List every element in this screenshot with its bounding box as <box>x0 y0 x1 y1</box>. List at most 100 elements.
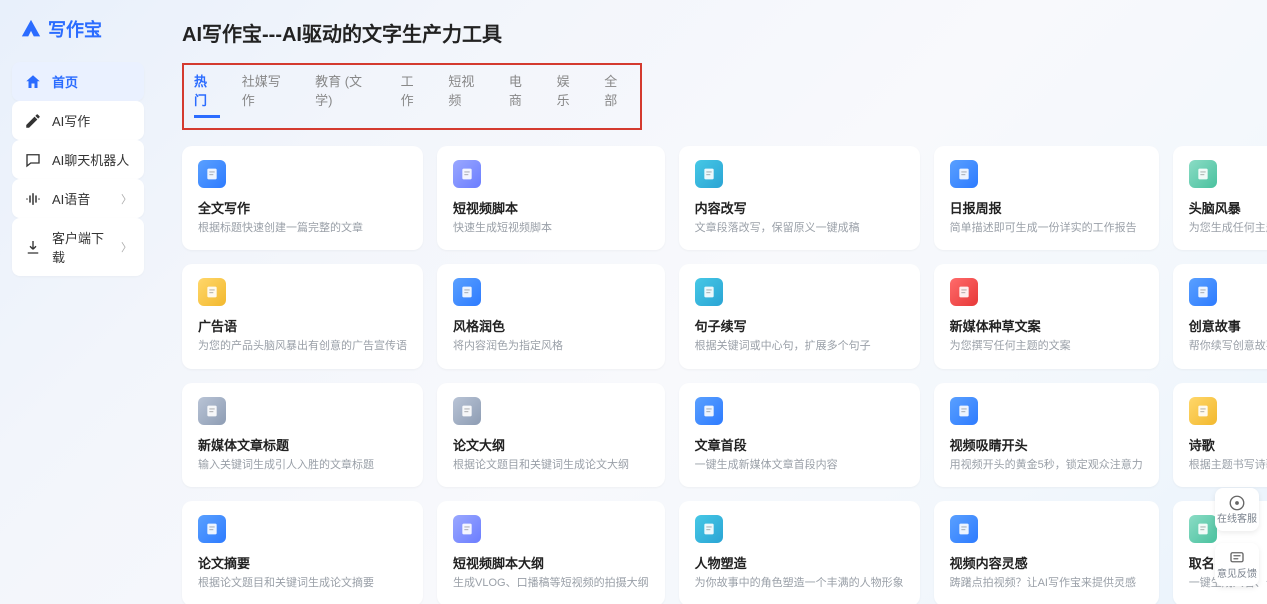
tool-desc: 用视频开头的黄金5秒，锁定观众注意力 <box>950 458 1143 473</box>
floating-actions: 在线客服 意见反馈 <box>1215 488 1259 586</box>
tool-icon <box>198 397 226 425</box>
tool-desc: 文章段落改写，保留原义一键成稿 <box>695 221 904 236</box>
tab-5[interactable]: 电商 <box>509 71 535 118</box>
sidebar-item-2[interactable]: AI聊天机器人 <box>12 140 144 179</box>
tool-title: 句子续写 <box>695 316 904 335</box>
tool-title: 创意故事 <box>1189 316 1267 335</box>
tool-card-3[interactable]: 日报周报简单描述即可生成一份详实的工作报告 <box>934 146 1159 250</box>
tab-7[interactable]: 全部 <box>604 71 630 118</box>
tool-desc: 输入关键词生成引人入胜的文章标题 <box>198 458 407 473</box>
tool-title: 视频吸睛开头 <box>950 435 1143 454</box>
brand-name: 写作宝 <box>48 16 102 42</box>
tool-card-10[interactable]: 新媒体文章标题输入关键词生成引人入胜的文章标题 <box>182 383 423 487</box>
tool-card-7[interactable]: 句子续写根据关键词或中心句，扩展多个句子 <box>679 264 920 368</box>
tool-icon <box>950 515 978 543</box>
tool-card-11[interactable]: 论文大纲根据论文题目和关键词生成论文大纲 <box>437 383 665 487</box>
tool-card-17[interactable]: 人物塑造为你故事中的角色塑造一个丰满的人物形象 <box>679 501 920 604</box>
home-icon <box>24 73 42 91</box>
tool-grid: 全文写作根据标题快速创建一篇完整的文章短视频脚本快速生成短视频脚本内容改写文章段… <box>182 146 1241 604</box>
sidebar-item-label: AI写作 <box>52 111 90 130</box>
tool-desc: 帮你续写创意故事 <box>1189 339 1267 354</box>
tool-title: 文章首段 <box>695 435 904 454</box>
tool-icon <box>695 160 723 188</box>
tool-icon <box>198 160 226 188</box>
tool-desc: 根据论文题目和关键词生成论文摘要 <box>198 576 407 591</box>
tool-card-6[interactable]: 风格润色将内容润色为指定风格 <box>437 264 665 368</box>
tool-desc: 根据论文题目和关键词生成论文大纲 <box>453 458 649 473</box>
tool-desc: 为您的产品头脑风暴出有创意的广告宣传语 <box>198 339 407 354</box>
tool-title: 广告语 <box>198 316 407 335</box>
tool-card-9[interactable]: 创意故事帮你续写创意故事 <box>1173 264 1267 368</box>
tab-0[interactable]: 热门 <box>194 71 220 118</box>
sidebar-item-label: 客户端下载 <box>52 228 111 266</box>
tool-icon <box>198 278 226 306</box>
tool-card-2[interactable]: 内容改写文章段落改写，保留原义一键成稿 <box>679 146 920 250</box>
tool-title: 头脑风暴 <box>1189 198 1267 217</box>
tool-card-1[interactable]: 短视频脚本快速生成短视频脚本 <box>437 146 665 250</box>
tool-card-16[interactable]: 短视频脚本大纲生成VLOG、口播稿等短视频的拍摄大纲 <box>437 501 665 604</box>
tool-icon <box>1189 160 1217 188</box>
tool-title: 论文摘要 <box>198 553 407 572</box>
tool-card-4[interactable]: 头脑风暴为您生成任何主题的知识要点 <box>1173 146 1267 250</box>
tool-icon <box>453 515 481 543</box>
tab-3[interactable]: 工作 <box>401 71 427 118</box>
tool-icon <box>198 515 226 543</box>
sidebar-item-label: 首页 <box>52 72 78 91</box>
tool-icon <box>695 397 723 425</box>
message-icon <box>1228 549 1246 567</box>
brand-logo-icon <box>20 18 42 40</box>
tool-card-18[interactable]: 视频内容灵感踌躇点拍视频？让AI写作宝来提供灵感 <box>934 501 1159 604</box>
tool-desc: 根据标题快速创建一篇完整的文章 <box>198 221 407 236</box>
tool-card-0[interactable]: 全文写作根据标题快速创建一篇完整的文章 <box>182 146 423 250</box>
tool-desc: 快速生成短视频脚本 <box>453 221 649 236</box>
chevron-right-icon: 〉 <box>121 191 132 207</box>
tool-icon <box>695 278 723 306</box>
tool-icon <box>1189 515 1217 543</box>
sidebar-item-label: AI语音 <box>52 189 90 208</box>
tool-card-14[interactable]: 诗歌根据主题书写诗歌 <box>1173 383 1267 487</box>
tool-card-5[interactable]: 广告语为您的产品头脑风暴出有创意的广告宣传语 <box>182 264 423 368</box>
tool-icon <box>950 160 978 188</box>
tool-desc: 一键生成新媒体文章首段内容 <box>695 458 904 473</box>
tool-title: 论文大纲 <box>453 435 649 454</box>
tool-card-12[interactable]: 文章首段一键生成新媒体文章首段内容 <box>679 383 920 487</box>
tab-2[interactable]: 教育 (文学) <box>315 71 379 118</box>
tool-icon <box>950 397 978 425</box>
online-service-button[interactable]: 在线客服 <box>1215 488 1259 531</box>
sidebar-item-3[interactable]: AI语音 〉 <box>12 179 144 218</box>
online-service-label: 在线客服 <box>1217 514 1257 525</box>
tool-card-15[interactable]: 论文摘要根据论文题目和关键词生成论文摘要 <box>182 501 423 604</box>
sidebar-item-4[interactable]: 客户端下载〉 <box>12 218 144 276</box>
tab-6[interactable]: 娱乐 <box>557 71 583 118</box>
category-tabs: 热门社媒写作教育 (文学) 工作短视频电商娱乐全部 <box>194 71 630 118</box>
tool-desc: 根据关键词或中心句，扩展多个句子 <box>695 339 904 354</box>
tool-desc: 简单描述即可生成一份详实的工作报告 <box>950 221 1143 236</box>
feedback-label: 意见反馈 <box>1217 569 1257 580</box>
main-content: AI写作宝---AI驱动的文字生产力工具 热门社媒写作教育 (文学) 工作短视频电… <box>156 0 1267 604</box>
tool-title: 短视频脚本 <box>453 198 649 217</box>
tool-title: 短视频脚本大纲 <box>453 553 649 572</box>
sidebar: 写作宝 首页AI写作AI聊天机器人AI语音〉客户端下载〉 <box>0 0 156 604</box>
tool-icon <box>453 160 481 188</box>
pencil-icon <box>24 112 42 130</box>
tab-1[interactable]: 社媒写作 <box>242 71 293 118</box>
sidebar-item-0[interactable]: 首页 <box>12 62 144 101</box>
tool-desc: 生成VLOG、口播稿等短视频的拍摄大纲 <box>453 576 649 591</box>
sidebar-nav: 首页AI写作AI聊天机器人AI语音〉客户端下载〉 <box>12 62 144 276</box>
tool-icon <box>1189 397 1217 425</box>
tool-title: 日报周报 <box>950 198 1143 217</box>
tool-title: 内容改写 <box>695 198 904 217</box>
category-tabs-highlight: 热门社媒写作教育 (文学) 工作短视频电商娱乐全部 <box>182 63 642 130</box>
feedback-button[interactable]: 意见反馈 <box>1215 543 1259 586</box>
tool-desc: 将内容润色为指定风格 <box>453 339 649 354</box>
tool-title: 视频内容灵感 <box>950 553 1143 572</box>
tool-icon <box>453 397 481 425</box>
chevron-right-icon: 〉 <box>121 239 132 255</box>
tool-card-13[interactable]: 视频吸睛开头用视频开头的黄金5秒，锁定观众注意力 <box>934 383 1159 487</box>
tool-card-8[interactable]: 新媒体种草文案为您撰写任何主题的文案 <box>934 264 1159 368</box>
sidebar-item-1[interactable]: AI写作 <box>12 101 144 140</box>
brand-logo[interactable]: 写作宝 <box>12 12 144 52</box>
page-title: AI写作宝---AI驱动的文字生产力工具 <box>182 18 1241 47</box>
tool-title: 风格润色 <box>453 316 649 335</box>
tab-4[interactable]: 短视频 <box>448 71 487 118</box>
